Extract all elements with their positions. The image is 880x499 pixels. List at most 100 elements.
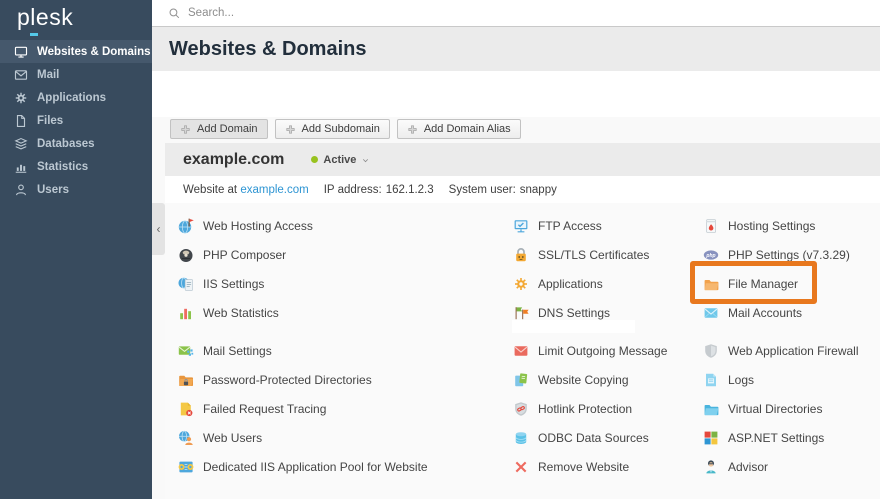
website-copying-icon bbox=[513, 372, 529, 388]
sidebar-item-statistics[interactable]: Statistics bbox=[0, 155, 152, 178]
tool-label: Mail Settings bbox=[203, 344, 272, 358]
tools-group: Web Application FirewallLogsVirtual Dire… bbox=[703, 336, 859, 481]
topbar bbox=[152, 0, 880, 27]
status-dot-icon bbox=[311, 156, 318, 163]
tools-group: Hosting Settings php PHP Settings (v7.3.29… bbox=[703, 211, 859, 327]
page-header: Websites & Domains bbox=[152, 27, 880, 71]
button-label: Add Domain bbox=[197, 123, 258, 135]
gear-icon bbox=[14, 91, 28, 105]
limit-outgoing-message-link[interactable]: Limit Outgoing Message bbox=[513, 336, 667, 365]
asp-net-settings-icon bbox=[703, 430, 719, 446]
tools-column: FTP Access SSL/TLS Certificates Applicatio… bbox=[513, 211, 667, 481]
web-users-link[interactable]: Web Users bbox=[178, 423, 428, 452]
tool-label: PHP Composer bbox=[203, 248, 286, 262]
ssl-tls-certificates-link[interactable]: SSL/TLS Certificates bbox=[513, 240, 667, 269]
sidebar-item-mail[interactable]: Mail bbox=[0, 63, 152, 86]
failed-request-tracing-icon bbox=[178, 401, 194, 417]
page-title: Websites & Domains bbox=[169, 38, 366, 61]
remove-website-link[interactable]: Remove Website bbox=[513, 452, 667, 481]
failed-request-tracing-link[interactable]: Failed Request Tracing bbox=[178, 394, 428, 423]
add-domain-button[interactable]: Add Domain bbox=[170, 119, 268, 139]
tool-label: ASP.NET Settings bbox=[728, 431, 824, 445]
add-subdomain-button[interactable]: Add Subdomain bbox=[275, 119, 390, 139]
ftp-access-link[interactable]: FTP Access bbox=[513, 211, 667, 240]
iis-settings-icon bbox=[178, 276, 194, 292]
tool-label: Hosting Settings bbox=[728, 219, 815, 233]
sidebar-menu: Websites & Domains Mail Applications Files D… bbox=[0, 40, 152, 201]
plesk-logo[interactable]: plesk bbox=[17, 4, 73, 31]
domain-card-header: example.com Active bbox=[165, 143, 880, 176]
asp-net-settings-link[interactable]: ASP.NET Settings bbox=[703, 423, 859, 452]
tools-group: Web Hosting Access PHP Composer IIS Settin… bbox=[178, 211, 428, 327]
search-icon bbox=[168, 7, 181, 20]
php-composer-link[interactable]: PHP Composer bbox=[178, 240, 428, 269]
files-icon bbox=[14, 114, 28, 128]
plus-icon bbox=[180, 124, 191, 135]
applications-icon bbox=[513, 276, 529, 292]
password-protected-directories-icon bbox=[178, 372, 194, 388]
hosting-settings-link[interactable]: Hosting Settings bbox=[703, 211, 859, 240]
tool-label: DNS Settings bbox=[538, 306, 610, 320]
virtual-directories-link[interactable]: Virtual Directories bbox=[703, 394, 859, 423]
tool-label: Failed Request Tracing bbox=[203, 402, 326, 416]
tool-label: Advisor bbox=[728, 460, 768, 474]
status-badge[interactable]: Active bbox=[311, 154, 370, 166]
mail-accounts-link[interactable]: Mail Accounts bbox=[703, 298, 859, 327]
iis-settings-link[interactable]: IIS Settings bbox=[178, 269, 428, 298]
ftp-access-icon bbox=[513, 218, 529, 234]
tool-label: PHP Settings (v7.3.29) bbox=[728, 248, 850, 262]
info-label: Website at bbox=[183, 184, 237, 196]
website-at-text: Website at example.com bbox=[183, 184, 309, 196]
plus-icon bbox=[407, 124, 418, 135]
virtual-directories-icon bbox=[703, 401, 719, 417]
search-input[interactable] bbox=[188, 7, 508, 19]
sidebar-item-label: Mail bbox=[37, 69, 59, 81]
tool-label: Dedicated IIS Application Pool for Websi… bbox=[203, 460, 428, 474]
sidebar-item-websites-domains[interactable]: Websites & Domains bbox=[0, 40, 152, 63]
sidebar-item-files[interactable]: Files bbox=[0, 109, 152, 132]
web-application-firewall-icon bbox=[703, 343, 719, 359]
php-settings-v7-3-29-link[interactable]: php PHP Settings (v7.3.29) bbox=[703, 240, 859, 269]
odbc-data-sources-link[interactable]: ODBC Data Sources bbox=[513, 423, 667, 452]
advisor-link[interactable]: Advisor bbox=[703, 452, 859, 481]
dedicated-iis-application-pool-for-website-link[interactable]: Dedicated IIS Application Pool for Websi… bbox=[178, 452, 428, 481]
sidebar-item-label: Applications bbox=[37, 92, 106, 104]
ip-address-text: IP address:162.1.2.3 bbox=[324, 184, 434, 196]
info-label: System user: bbox=[449, 184, 516, 196]
ssl-tls-icon bbox=[513, 247, 529, 263]
web-statistics-icon bbox=[178, 305, 194, 321]
sidebar-item-users[interactable]: Users bbox=[0, 178, 152, 201]
add-domain-alias-button[interactable]: Add Domain Alias bbox=[397, 119, 521, 139]
file-manager-link[interactable]: File Manager bbox=[703, 269, 859, 298]
mail-settings-link[interactable]: Mail Settings bbox=[178, 336, 428, 365]
tool-label: Mail Accounts bbox=[728, 306, 802, 320]
domain-info-row: Website at example.com IP address:162.1.… bbox=[165, 176, 880, 203]
domain-toolbar: Add Domain Add Subdomain Add Domain Alias bbox=[170, 119, 521, 139]
web-application-firewall-link[interactable]: Web Application Firewall bbox=[703, 336, 859, 365]
tool-label: FTP Access bbox=[538, 219, 602, 233]
svg-text:php: php bbox=[705, 252, 715, 258]
chevron-left-icon: ‹ bbox=[157, 222, 161, 236]
password-protected-directories-link[interactable]: Password-Protected Directories bbox=[178, 365, 428, 394]
hotlink-protection-link[interactable]: Hotlink Protection bbox=[513, 394, 667, 423]
website-copying-link[interactable]: Website Copying bbox=[513, 365, 667, 394]
tools-group: FTP Access SSL/TLS Certificates Applicatio… bbox=[513, 211, 667, 327]
sidebar-item-label: Files bbox=[37, 115, 63, 127]
sidebar-collapse-handle[interactable]: ‹ bbox=[152, 203, 165, 255]
sidebar-item-applications[interactable]: Applications bbox=[0, 86, 152, 109]
dedicated-iis-pool-icon bbox=[178, 459, 194, 475]
tool-label: Web Users bbox=[203, 431, 262, 445]
web-statistics-link[interactable]: Web Statistics bbox=[178, 298, 428, 327]
sidebar-item-databases[interactable]: Databases bbox=[0, 132, 152, 155]
remove-website-icon bbox=[513, 459, 529, 475]
tool-label: IIS Settings bbox=[203, 277, 264, 291]
tool-label: Web Hosting Access bbox=[203, 219, 313, 233]
tool-label: SSL/TLS Certificates bbox=[538, 248, 649, 262]
logs-link[interactable]: Logs bbox=[703, 365, 859, 394]
web-hosting-access-link[interactable]: Web Hosting Access bbox=[178, 211, 428, 240]
sidebar-item-label: Websites & Domains bbox=[37, 46, 151, 58]
tools-column: Hosting Settings php PHP Settings (v7.3.29… bbox=[703, 211, 859, 481]
domain-link[interactable]: example.com bbox=[240, 184, 308, 196]
applications-link[interactable]: Applications bbox=[513, 269, 667, 298]
file-manager-icon bbox=[703, 276, 719, 292]
